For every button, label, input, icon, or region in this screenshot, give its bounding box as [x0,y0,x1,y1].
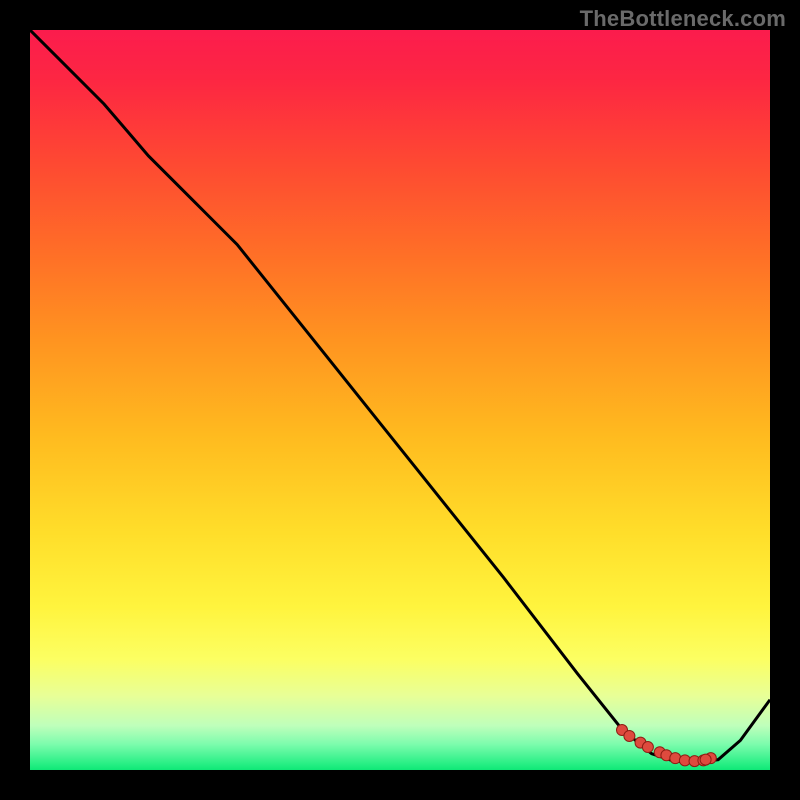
chart-container: TheBottleneck.com [0,0,800,800]
optimal-point-marker [624,730,635,741]
watermark-text: TheBottleneck.com [580,6,786,32]
chart-svg [30,30,770,770]
optimal-point-marker [642,742,653,753]
gradient-background [30,30,770,770]
optimal-point-marker [700,754,711,765]
plot-area [30,30,770,770]
